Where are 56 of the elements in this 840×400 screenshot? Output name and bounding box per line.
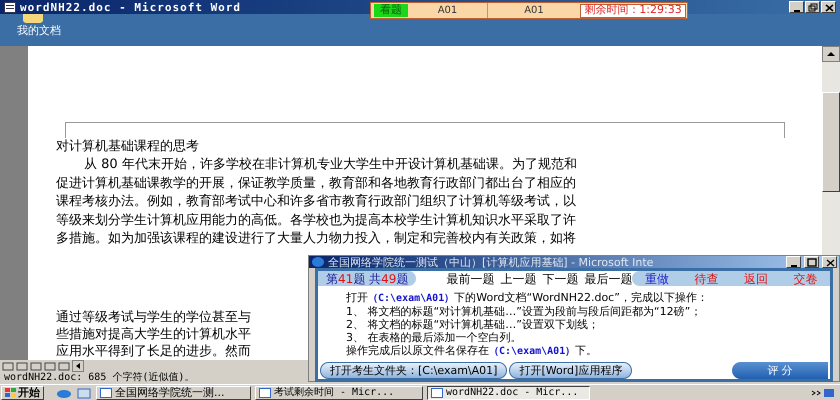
close-icon[interactable]	[821, 1, 836, 13]
globe-icon	[311, 256, 325, 268]
outline-view-icon	[44, 362, 56, 370]
countdown-timer: 剩余时间：1:29:33	[580, 4, 686, 18]
windows-logo-icon	[5, 388, 16, 398]
paragraph-line: 等级来划分学生计算机应用能力的高低。各学校也为提高本校学生计算机知识水平采取了许	[56, 212, 577, 230]
exam-code: A01	[408, 3, 488, 18]
word-document-icon	[4, 2, 16, 12]
scroll-thumb[interactable]	[822, 92, 840, 192]
minimize-icon[interactable]	[789, 1, 804, 13]
paragraph-line: 通过等级考试与学生的学位甚至与	[56, 308, 251, 326]
score-button[interactable]: 评 分	[732, 362, 828, 379]
instruction-text: 2、 将文档的标题“对计算机基础…”设置双下划线；	[346, 318, 600, 331]
open-button[interactable]: 打开[Word]应用程序	[509, 362, 632, 379]
status-text: wordNH22.doc: 685 个字符(近似值)。	[4, 373, 194, 383]
taskbar-button[interactable]: 全国网络学院统一测...	[96, 386, 251, 400]
normal-view-icon	[2, 362, 14, 370]
instruction-text: 3、 在表格的最后添加一个空白列。	[346, 331, 522, 344]
restore-icon[interactable]	[805, 1, 820, 13]
minimize-icon[interactable]	[786, 256, 801, 268]
folder-icon	[21, 14, 45, 23]
paragraph-line: 促进计算机基础课教学的开展，保证教学质量，教育部和各地教育行政部门都出台了相应的	[56, 174, 577, 192]
taskbar-button[interactable]: wordNH22.doc - Micr...	[427, 386, 590, 400]
paragraph-line: 课程考核办法。例如，教育部考试中心和许多省市教育行政部门组织了计算机等级考试，以	[56, 193, 577, 211]
question-nav-link[interactable]: 最后一题	[584, 272, 632, 284]
paragraph-line: 多措施。如为加强该课程的建设进行了大量人力物力投入，制定和完善校内有关政策，如将	[56, 230, 577, 248]
question-counter: 第41题 共49题	[318, 271, 416, 286]
paragraph-line: 从 80 年代末开始，许多学校在非计算机专业大学生中开设计算机基础课。为了规范和	[83, 156, 578, 174]
web-view-icon	[16, 362, 28, 370]
instruction-text: 操作完成后以原文件名保存在（C:\exam\A01）下。	[346, 344, 598, 358]
desktop-icon-label[interactable]: 我的文档	[17, 24, 61, 38]
window-title: wordNH22.doc - Microsoft Word	[20, 2, 242, 12]
paragraph-line: 应用水平得到了长足的进步。然而	[56, 342, 251, 360]
maximize-icon[interactable]	[804, 256, 819, 268]
exam-action-link[interactable]: 重做	[645, 272, 670, 284]
scroll-up-icon	[822, 46, 840, 62]
email-icon	[76, 386, 92, 398]
close-icon[interactable]	[822, 256, 837, 268]
document-title: 对计算机基础课程的思考	[56, 138, 200, 156]
mode-label: 看题	[374, 4, 408, 17]
reading-view-icon	[58, 362, 70, 370]
exam-code: A01	[523, 4, 545, 18]
question-nav-link[interactable]: 上一题	[500, 272, 536, 284]
start-button[interactable]: 开始	[1, 386, 44, 400]
window-icon	[100, 388, 112, 398]
instruction-text: 1、 将文档的标题“对计算机基础…”设置为段前与段后间距都为“12磅”；	[346, 305, 702, 318]
window-icon	[431, 388, 443, 398]
paragraph-line: 些措施对提高大学生的计算机水平	[56, 326, 251, 342]
open-button[interactable]: 打开考生文件夹：[C:\exam\A01]	[320, 362, 508, 379]
dialog-title: 全国网络学院统一测试（中山）[计算机应用基础] - Microsoft Inte	[328, 256, 654, 268]
window-icon	[259, 388, 271, 398]
instruction-text: 打开（C:\exam\A01）下的Word文档“WordNH22.doc”，完成以下操作：	[346, 291, 709, 305]
print-view-icon	[30, 362, 42, 370]
taskbar-button[interactable]: 考试剩余时间 - Micr...	[255, 386, 423, 400]
question-nav-link[interactable]: 最前一题	[446, 272, 494, 284]
question-nav-link[interactable]: 下一题	[542, 272, 578, 284]
